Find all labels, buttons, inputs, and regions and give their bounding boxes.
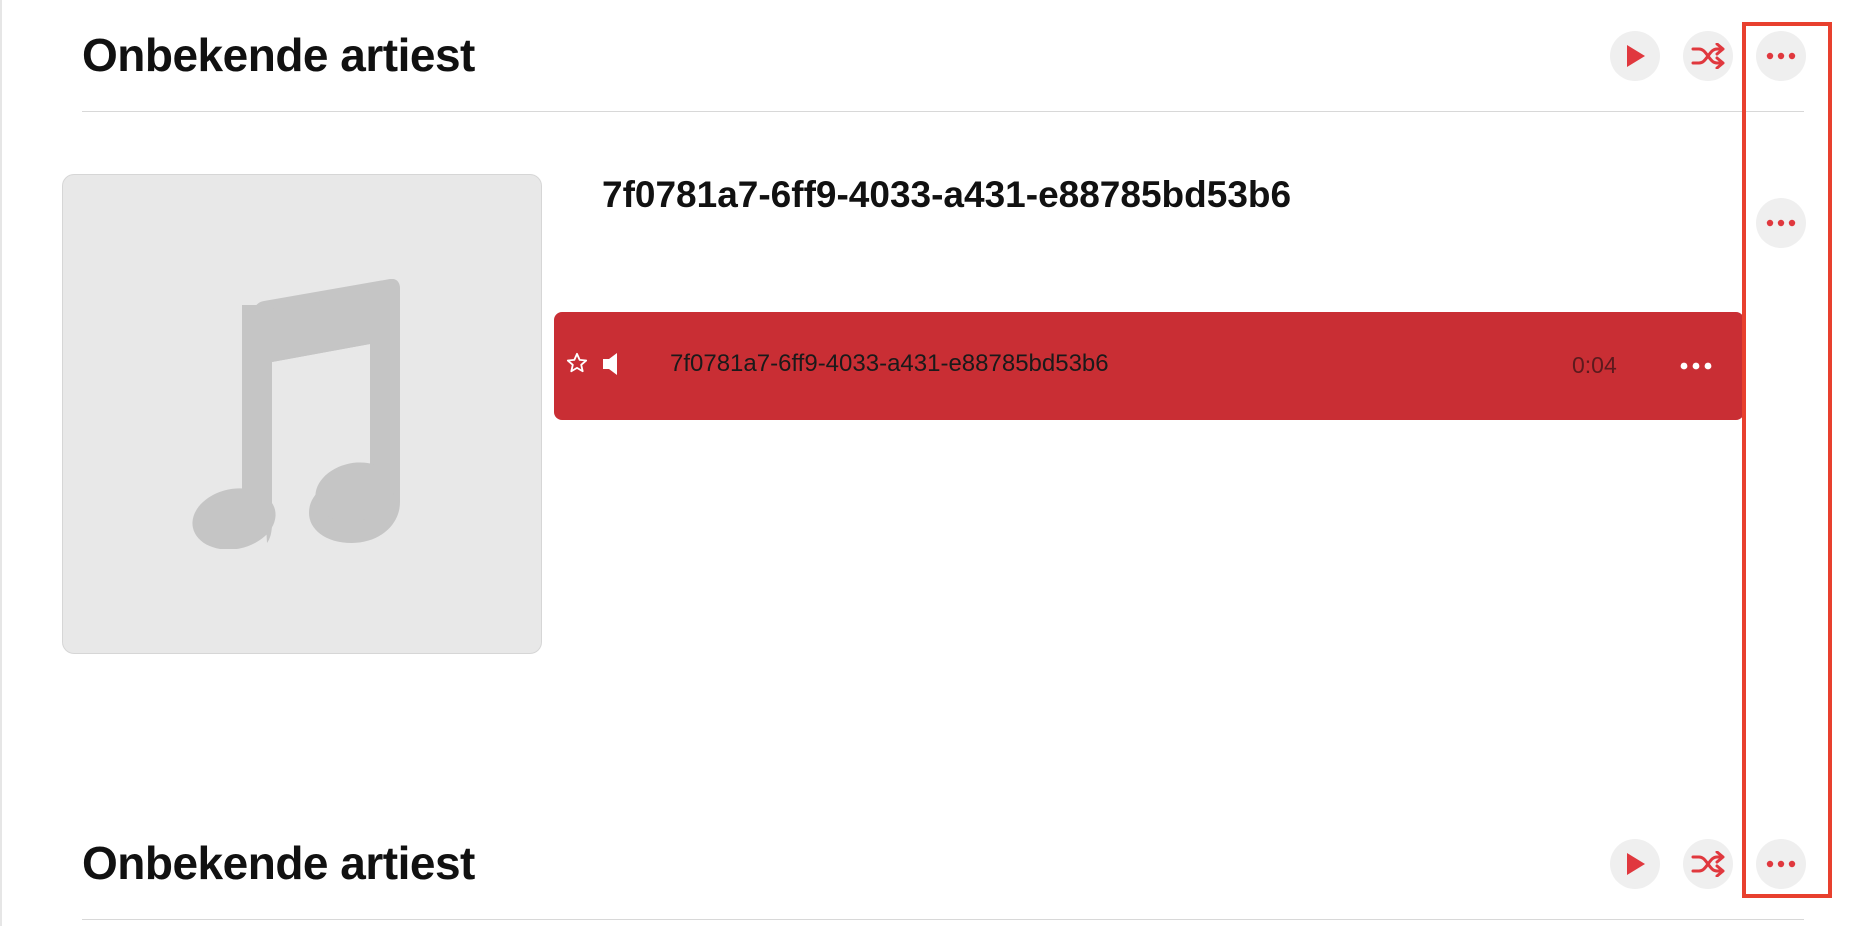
shuffle-icon xyxy=(1691,851,1725,877)
play-icon xyxy=(1627,45,1645,67)
music-library-view: Onbekende artiest 7f0781a7-6ff9-4033-a43… xyxy=(0,0,1860,926)
play-button[interactable] xyxy=(1610,839,1660,889)
star-outline-icon xyxy=(566,352,588,373)
artist-divider xyxy=(82,111,1804,112)
left-border xyxy=(0,0,2,926)
track-title: 7f0781a7-6ff9-4033-a431-e88785bd53b6 xyxy=(670,350,1109,377)
artist-title: Onbekende artiest xyxy=(82,837,475,889)
shuffle-button[interactable] xyxy=(1683,31,1733,81)
more-icon xyxy=(1680,362,1712,370)
artist-title: Onbekende artiest xyxy=(82,29,475,81)
artist-header: Onbekende artiest xyxy=(82,0,1804,112)
artist-header: Onbekende artiest xyxy=(82,808,1804,920)
track-row[interactable]: 7f0781a7-6ff9-4033-a431-e88785bd53b6 0:0… xyxy=(554,312,1744,420)
album-artwork[interactable] xyxy=(62,174,542,654)
now-playing-indicator xyxy=(600,350,628,378)
track-duration: 0:04 xyxy=(1572,352,1617,378)
play-button[interactable] xyxy=(1610,31,1660,81)
play-icon xyxy=(1627,853,1645,875)
shuffle-button[interactable] xyxy=(1683,839,1733,889)
favorite-button[interactable] xyxy=(564,350,590,376)
music-note-icon xyxy=(192,279,400,549)
artist-divider xyxy=(82,919,1804,920)
album-title[interactable]: 7f0781a7-6ff9-4033-a431-e88785bd53b6 xyxy=(602,174,1291,216)
highlight-annotation-box xyxy=(1742,22,1832,898)
speaker-icon xyxy=(603,353,617,375)
shuffle-icon xyxy=(1691,43,1725,69)
track-more-button[interactable] xyxy=(1674,346,1718,386)
